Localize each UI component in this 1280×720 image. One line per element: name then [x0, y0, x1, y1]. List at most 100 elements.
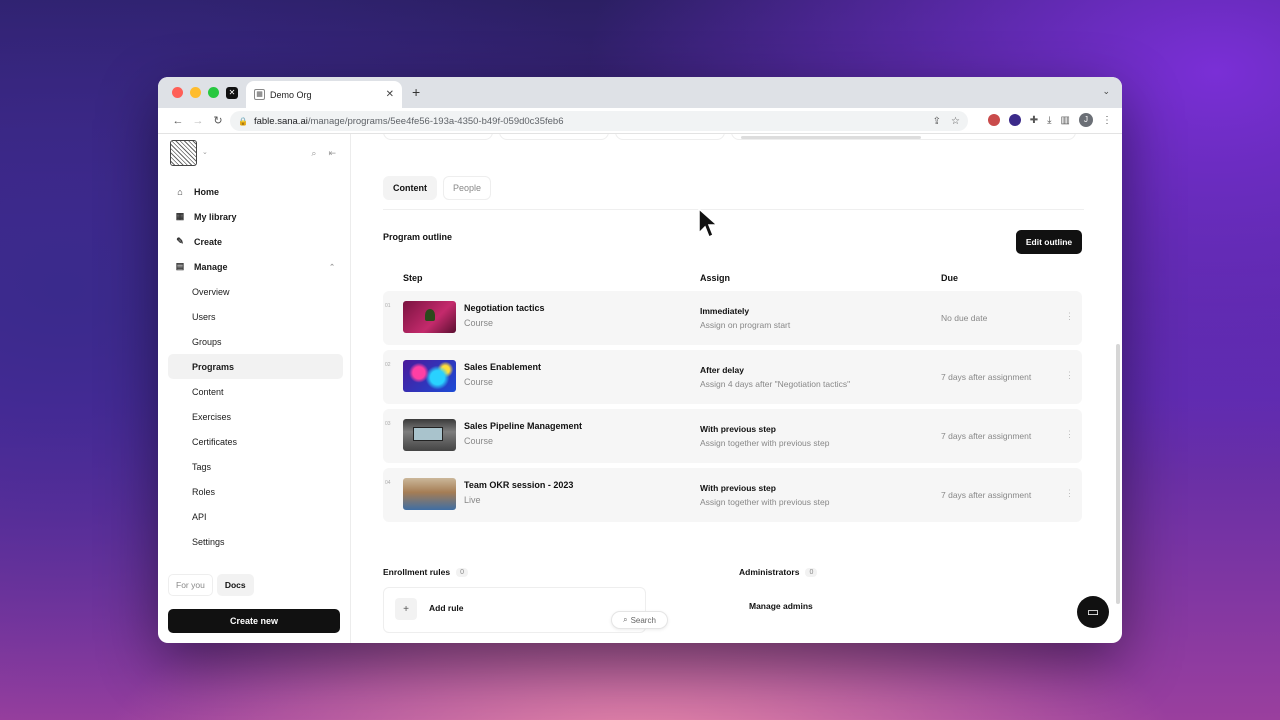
step-title[interactable]: Negotiation tactics: [464, 303, 545, 313]
profile-avatar[interactable]: J: [1079, 113, 1093, 127]
step-thumbnail: [403, 478, 456, 510]
step-title[interactable]: Sales Pipeline Management: [464, 421, 582, 431]
tab-search-icon[interactable]: ⌄: [1102, 86, 1110, 97]
manage-admins-link[interactable]: Manage admins: [749, 601, 813, 611]
search-button[interactable]: ⌕ Search: [611, 611, 668, 629]
table-row[interactable]: 03 Sales Pipeline Management Course With…: [383, 409, 1082, 463]
sidebar-item-users[interactable]: Users: [168, 304, 343, 329]
more-options-icon[interactable]: ⋮: [1065, 311, 1074, 322]
assign-mode: With previous step: [700, 424, 776, 434]
chat-icon[interactable]: ▭: [1077, 596, 1109, 628]
grid-icon: ▦: [175, 211, 185, 221]
header-chip[interactable]: [615, 134, 725, 140]
sidebar: ⌄ ⌕ ⇤ ⌂ Home ▦ My library ✎ Create ▤ Man…: [158, 134, 351, 643]
more-options-icon[interactable]: ⋮: [1065, 370, 1074, 381]
plus-icon[interactable]: +: [395, 598, 417, 620]
add-rule-label[interactable]: Add rule: [429, 603, 463, 613]
due-value: 7 days after assignment: [941, 490, 1032, 500]
tab-close-icon[interactable]: ✕: [386, 89, 394, 100]
new-tab-button[interactable]: +: [412, 84, 420, 100]
enrollment-rules-label: Enrollment rules: [383, 567, 451, 577]
header-chip[interactable]: [499, 134, 609, 140]
search-icon[interactable]: ⌕: [311, 148, 316, 159]
puzzle-icon[interactable]: ✚: [1030, 115, 1038, 126]
steps-table: 01 Negotiation tactics Course Immediatel…: [383, 291, 1082, 527]
share-icon[interactable]: ⇪: [933, 116, 941, 127]
back-icon[interactable]: ←: [168, 115, 188, 127]
sidebar-item-label: My library: [194, 211, 237, 222]
table-row[interactable]: 04 Team OKR session - 2023 Live With pre…: [383, 468, 1082, 522]
chevron-up-icon: ⌃: [329, 263, 335, 271]
tab-for-you[interactable]: For you: [168, 574, 213, 596]
sidebar-tools: ⌕ ⇤: [311, 148, 336, 159]
minimize-window-button[interactable]: [190, 87, 201, 98]
assign-mode: After delay: [700, 365, 744, 375]
divider: [383, 209, 1084, 210]
more-options-icon[interactable]: ⋮: [1065, 488, 1074, 499]
edit-outline-button[interactable]: Edit outline: [1016, 230, 1082, 254]
header-chips: [383, 134, 1076, 140]
step-thumbnail: [403, 360, 456, 392]
sidebar-item-exercises[interactable]: Exercises: [168, 404, 343, 429]
count-badge: 0: [805, 567, 818, 577]
browser-tab[interactable]: ▦ Demo Org ✕: [246, 81, 402, 108]
bookmark-star-icon[interactable]: ☆: [951, 116, 960, 127]
sidepanel-icon[interactable]: ▥: [1061, 115, 1070, 126]
step-number: 02: [385, 362, 391, 368]
maximize-window-button[interactable]: [208, 87, 219, 98]
pinned-tab-icon[interactable]: ✕: [226, 87, 238, 99]
org-logo[interactable]: [170, 140, 197, 166]
tab-title: Demo Org: [270, 89, 312, 100]
assign-description: Assign together with previous step: [700, 497, 830, 507]
count-badge: 0: [456, 567, 468, 577]
sidebar-item-manage[interactable]: ▤ Manage ⌃: [168, 254, 343, 279]
sidebar-item-tags[interactable]: Tags: [168, 454, 343, 479]
step-number: 03: [385, 421, 391, 427]
collapse-sidebar-icon[interactable]: ⇤: [328, 148, 336, 159]
browser-window: ✕ ▦ Demo Org ✕ + ⌄ ← → ↻ 🔒 fable.sana.ai…: [158, 77, 1122, 643]
forward-icon[interactable]: →: [188, 115, 208, 127]
lock-icon[interactable]: 🔒: [238, 117, 248, 126]
sidebar-item-programs[interactable]: Programs: [168, 354, 343, 379]
sidebar-item-certificates[interactable]: Certificates: [168, 429, 343, 454]
menu-kebab-icon[interactable]: ⋮: [1102, 115, 1112, 126]
download-icon[interactable]: ⤓: [1047, 115, 1051, 126]
tab-content[interactable]: Content: [383, 176, 437, 200]
table-row[interactable]: 02 Sales Enablement Course After delay A…: [383, 350, 1082, 404]
sidebar-item-roles[interactable]: Roles: [168, 479, 343, 504]
sidebar-item-content[interactable]: Content: [168, 379, 343, 404]
search-icon: ⌕: [623, 615, 628, 624]
sidebar-item-settings[interactable]: Settings: [168, 529, 343, 554]
sidebar-item-groups[interactable]: Groups: [168, 329, 343, 354]
sidebar-item-home[interactable]: ⌂ Home: [168, 179, 343, 204]
mouse-cursor-icon: [698, 207, 719, 239]
create-new-button[interactable]: Create new: [168, 609, 340, 633]
column-header-assign: Assign: [700, 273, 731, 283]
sidebar-item-label: Home: [194, 186, 220, 197]
content-tabs: Content People: [383, 176, 492, 200]
sidebar-item-overview[interactable]: Overview: [168, 279, 343, 304]
sidebar-item-my-library[interactable]: ▦ My library: [168, 204, 343, 229]
close-window-button[interactable]: [172, 87, 183, 98]
extension-icon[interactable]: [987, 114, 1000, 126]
add-rule-card[interactable]: + Add rule: [383, 587, 646, 633]
url-field[interactable]: 🔒 fable.sana.ai /manage/programs/5ee4fe5…: [230, 111, 968, 131]
sidebar-item-api[interactable]: API: [168, 504, 343, 529]
scrollbar[interactable]: [1116, 344, 1120, 604]
more-options-icon[interactable]: ⋮: [1065, 429, 1074, 440]
chevron-down-icon[interactable]: ⌄: [202, 148, 208, 156]
url-host: fable.sana.ai: [253, 115, 308, 127]
home-icon: ⌂: [177, 186, 183, 197]
header-chip[interactable]: [383, 134, 493, 140]
step-type: Course: [464, 377, 494, 387]
tab-docs[interactable]: Docs: [216, 574, 254, 596]
extension-icon[interactable]: [1008, 114, 1021, 126]
table-row[interactable]: 01 Negotiation tactics Course Immediatel…: [383, 291, 1082, 345]
step-title[interactable]: Team OKR session - 2023: [464, 480, 573, 490]
sidebar-item-create[interactable]: ✎ Create: [168, 229, 343, 254]
administrators-heading: Administrators 0: [739, 567, 818, 577]
reload-icon[interactable]: ↻: [208, 114, 228, 127]
address-bar: ← → ↻ 🔒 fable.sana.ai /manage/programs/5…: [158, 108, 1122, 134]
step-title[interactable]: Sales Enablement: [464, 362, 541, 372]
tab-people[interactable]: People: [443, 176, 492, 200]
